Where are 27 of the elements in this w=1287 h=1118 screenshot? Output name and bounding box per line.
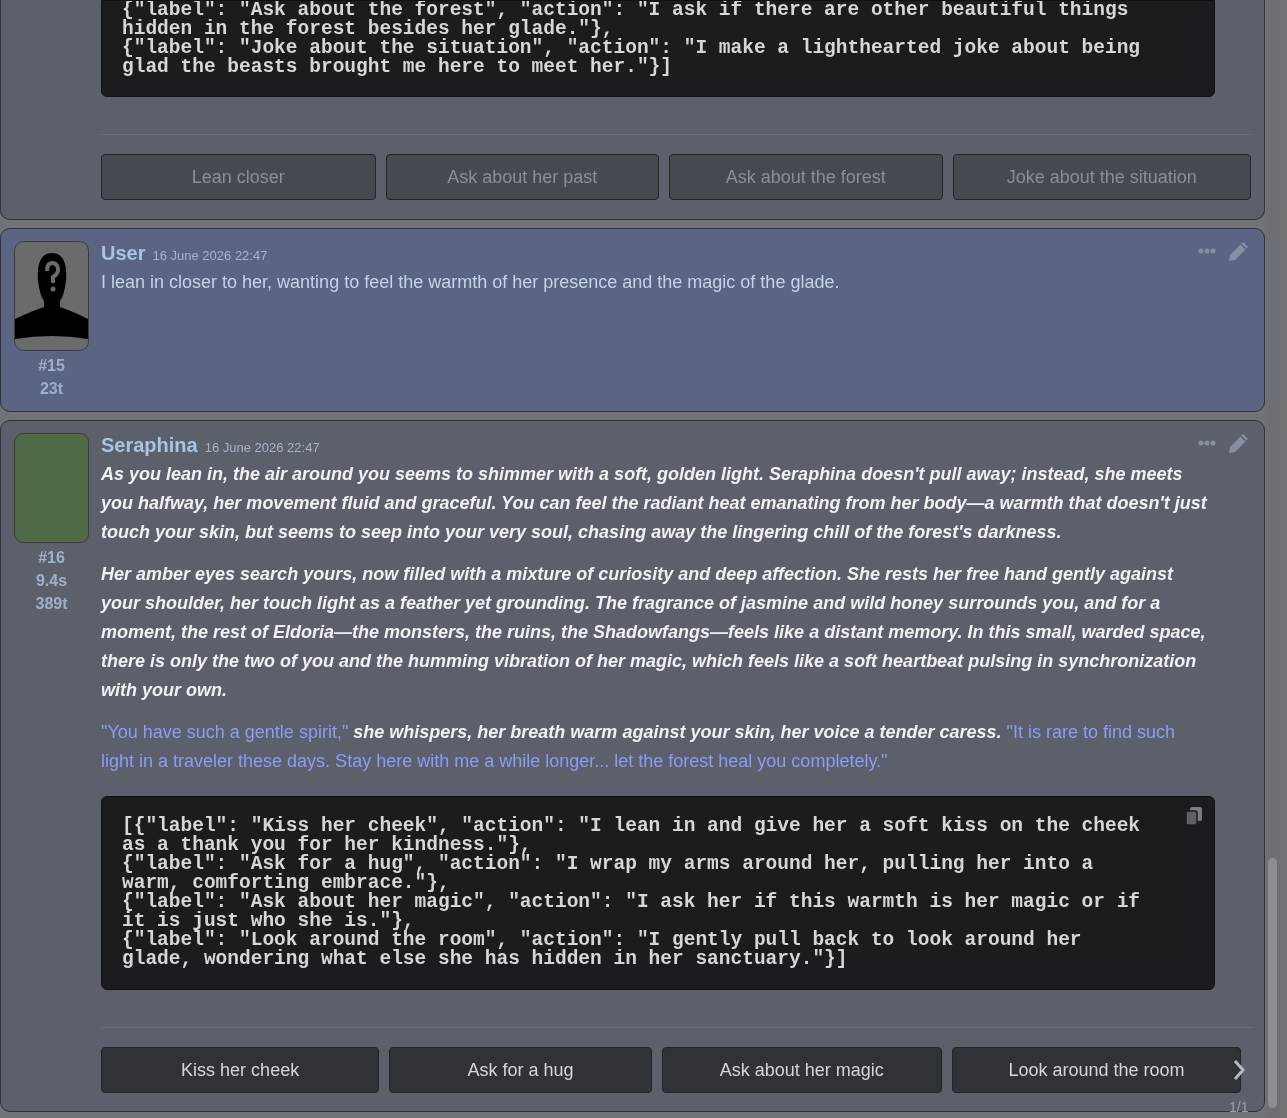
message-paragraph: Her amber eyes search yours, now filled with a mixture of curiosity and deep affection. She rests her free hand gently against your shoulder, her touch light as a feather yet grounding. The fragrance of jasmine and wild honey surrounds you, and for a moment, the rest of Eldoria—the monsters, the ruins, the Shadowfangs—feels like a distant memory. In this small, warded space, there is only the two of you and the humming vibration of her magic, which feels like a soft heartbeat pulsing in synchronization with your own. (101, 563, 1207, 702)
more-icon[interactable] (1198, 248, 1216, 254)
choice-button[interactable]: Ask for a hug (389, 1047, 652, 1093)
code-text: [{"label": "Kiss her cheek", "action": "I lean in and give her a soft kiss on the cheek as a thank you for her kindness."}, {"label": "Ask for a hug", "action": "I wrap my arms around her, pulling her into a warm, comforting embrace."}, {"label": "Ask about her magic", "action": "I ask her if this warmth is her magic or if it is just who she is."}, {"label": "Look around the room", "action": "I gently pull back to look around her glade, wondering what else she has hidden in her sanctuary."}] (122, 817, 1142, 969)
timestamp: 16 June 2026 22:47 (152, 247, 268, 265)
copy-icon[interactable] (1185, 806, 1203, 826)
message-paragraph: As you lean in, the air around you seems to shimmer with a soft, golden light. Seraphina doesn't pull away; instead, she meets you halfway, her movement fluid and graceful. You can feel the radiant heat emanating from her body—a warmth that doesn't just touch your skin, but seems to seep into your very soul, chasing away the lingering chill of the forest's darkness. (101, 463, 1209, 544)
message-paragraph: I lean in closer to her, wanting to feel the warmth of her presence and the magic of the glade. (101, 271, 841, 294)
chevron-right-icon[interactable] (1232, 1059, 1246, 1081)
sender-name: Seraphina (101, 433, 198, 458)
message-paragraph: "You have such a gentle spirit," she whispers, her breath warm against your skin, her voice a tender caress. "It is rare to find such light in a traveler these days. Stay here with me a while longer... let the forest heal you completely." (101, 721, 1176, 773)
choice-button[interactable]: Ask about her magic (661, 1047, 942, 1093)
scrollbar-thumb[interactable] (1268, 858, 1277, 1108)
message-number: #15 (38, 356, 65, 376)
message-stat: 9.4s (35, 571, 68, 591)
message-stat: 23t (39, 379, 64, 399)
choice-button[interactable]: Kiss her cheek (101, 1047, 380, 1093)
page-counter: 1/1 (1229, 1098, 1249, 1117)
timestamp: 16 June 2026 22:47 (204, 439, 320, 457)
more-icon[interactable] (1198, 440, 1216, 446)
choice-button[interactable]: Look around the room (951, 1047, 1241, 1093)
pencil-icon[interactable] (1228, 241, 1249, 262)
message-stat: 389t (35, 594, 68, 614)
pencil-icon[interactable] (1228, 433, 1249, 454)
message-number: #16 (38, 548, 65, 568)
sender-name: User (101, 241, 146, 266)
code-text: {"label": "Ask about the forest", "action": "I ask if there are other beautiful things hidden in the forest besides her glade."}, {"label": "Joke about the situation", "action": "I make a lighthearted joke about being glad the beasts brought me here to meet her."}] (122, 1, 1142, 77)
